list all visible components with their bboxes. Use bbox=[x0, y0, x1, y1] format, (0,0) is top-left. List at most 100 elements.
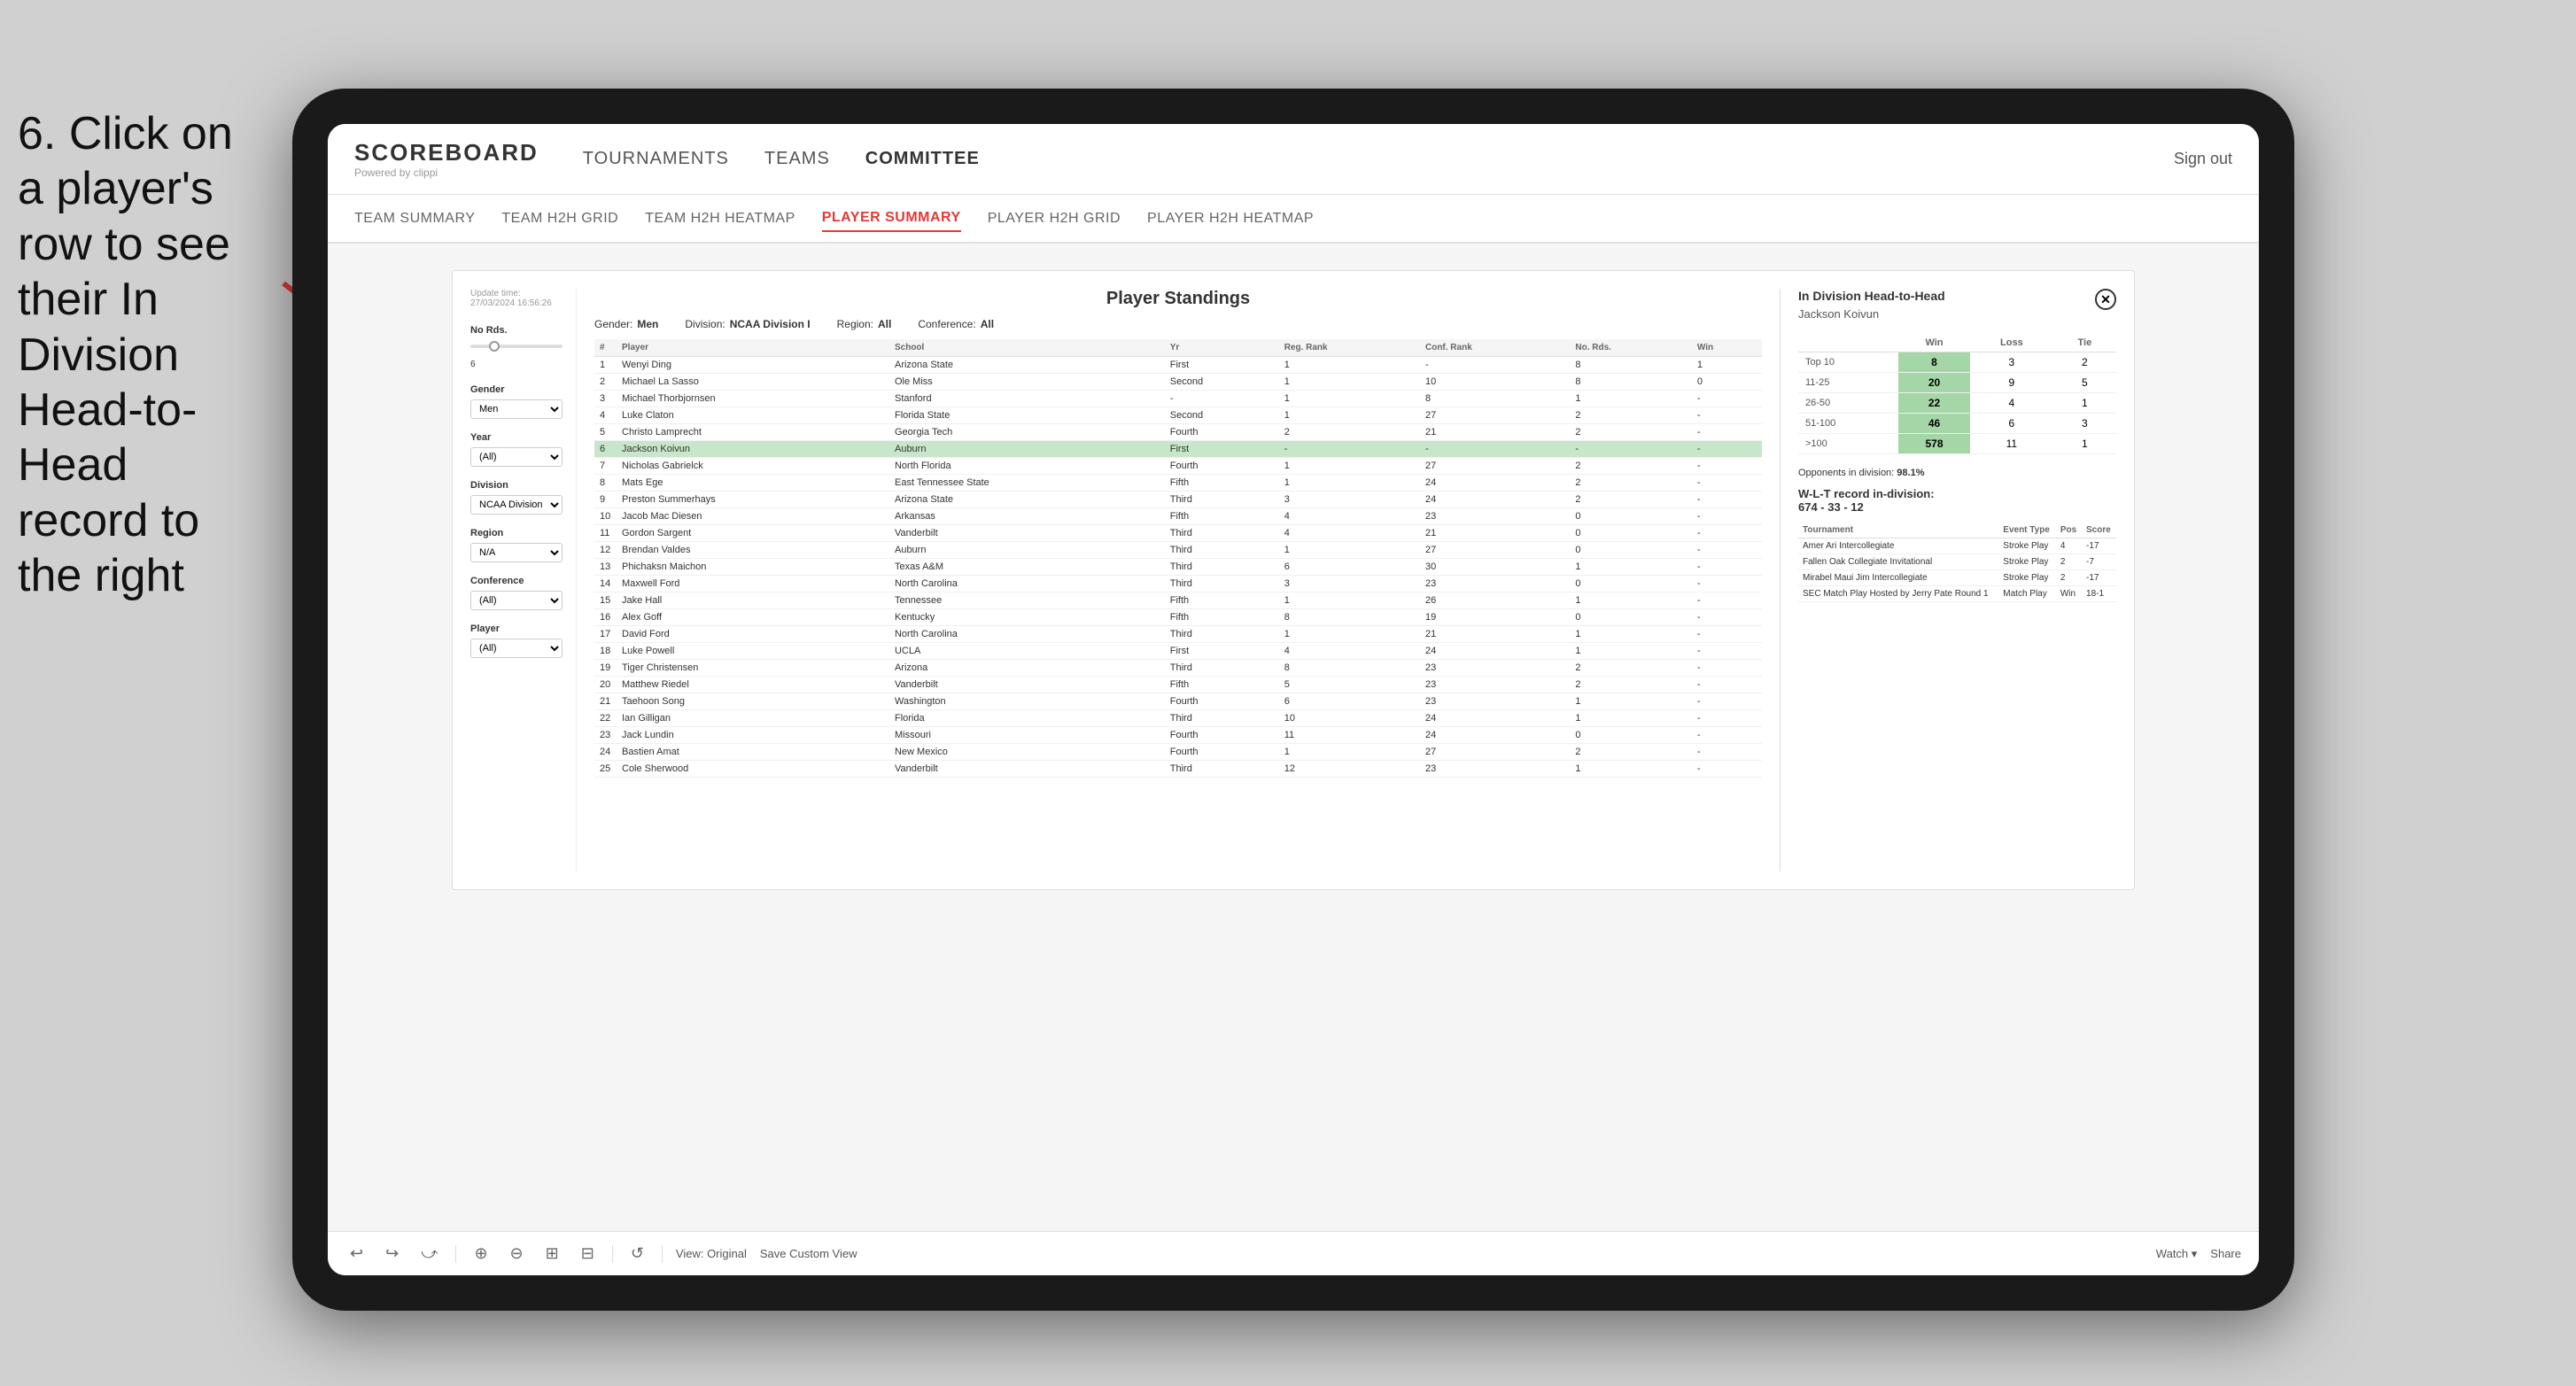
zoom-in-button[interactable]: ⊕ bbox=[469, 1240, 492, 1267]
cell-no-rds: 2 bbox=[1570, 424, 1691, 441]
cell-win: - bbox=[1692, 492, 1762, 508]
col-school: School bbox=[889, 339, 1165, 357]
cell-win: - bbox=[1692, 407, 1762, 424]
settings-button[interactable]: ↺ bbox=[626, 1240, 648, 1267]
table-row[interactable]: 17 David Ford North Carolina Third 1 21 … bbox=[594, 626, 1762, 643]
table-row[interactable]: 2 Michael La Sasso Ole Miss Second 1 10 … bbox=[594, 374, 1762, 391]
nav-teams[interactable]: TEAMS bbox=[764, 144, 830, 174]
table-row[interactable]: 13 Phichaksn Maichon Texas A&M Third 6 3… bbox=[594, 559, 1762, 576]
cell-school: Arizona State bbox=[889, 357, 1165, 374]
table-row[interactable]: 10 Jacob Mac Diesen Arkansas Fifth 4 23 … bbox=[594, 508, 1762, 525]
cell-conf-rank: 23 bbox=[1420, 660, 1570, 677]
table-row[interactable]: 18 Luke Powell UCLA First 4 24 1 - bbox=[594, 643, 1762, 660]
tab-team-h2h-grid[interactable]: TEAM H2H GRID bbox=[501, 206, 618, 231]
watch-button[interactable]: Watch ▾ bbox=[2156, 1247, 2198, 1261]
cell-no-rds: 2 bbox=[1570, 677, 1691, 693]
tab-player-h2h-grid[interactable]: PLAYER H2H GRID bbox=[988, 206, 1121, 231]
h2h-col-loss: Loss bbox=[1970, 334, 2053, 352]
cell-player: Gordon Sargent bbox=[617, 525, 889, 542]
table-row[interactable]: 14 Maxwell Ford North Carolina Third 3 2… bbox=[594, 576, 1762, 592]
cell-conf-rank: 21 bbox=[1420, 525, 1570, 542]
table-row[interactable]: 12 Brendan Valdes Auburn Third 1 27 0 - bbox=[594, 542, 1762, 559]
h2h-row: 26-50 22 4 1 bbox=[1798, 393, 2116, 414]
table-row[interactable]: 9 Preston Summerhays Arizona State Third… bbox=[594, 492, 1762, 508]
col-no-rds: No. Rds. bbox=[1570, 339, 1691, 357]
cell-win: - bbox=[1692, 441, 1762, 458]
table-row[interactable]: 20 Matthew Riedel Vanderbilt Fifth 5 23 … bbox=[594, 677, 1762, 693]
cell-player: Luke Powell bbox=[617, 643, 889, 660]
cell-conf-rank: 27 bbox=[1420, 542, 1570, 559]
table-row[interactable]: 6 Jackson Koivun Auburn First - - - - bbox=[594, 441, 1762, 458]
h2h-range: 51-100 bbox=[1798, 414, 1898, 434]
cell-school: North Carolina bbox=[889, 576, 1165, 592]
cell-win: - bbox=[1692, 525, 1762, 542]
view-original-button[interactable]: View: Original bbox=[676, 1247, 747, 1260]
gender-select[interactable]: Men bbox=[470, 399, 563, 419]
conference-select[interactable]: (All) bbox=[470, 591, 563, 610]
save-custom-button[interactable]: Save Custom View bbox=[760, 1247, 857, 1260]
tab-player-summary[interactable]: PLAYER SUMMARY bbox=[822, 205, 961, 232]
table-row[interactable]: 11 Gordon Sargent Vanderbilt Third 4 21 … bbox=[594, 525, 1762, 542]
cell-win: - bbox=[1692, 761, 1762, 778]
table-row[interactable]: 7 Nicholas Gabrielck North Florida Fourt… bbox=[594, 458, 1762, 475]
cell-player: Cole Sherwood bbox=[617, 761, 889, 778]
cell-reg-rank: 1 bbox=[1279, 592, 1420, 609]
no-rds-slider[interactable] bbox=[470, 345, 563, 348]
year-select[interactable]: (All) bbox=[470, 447, 563, 467]
cell-reg-rank: - bbox=[1279, 441, 1420, 458]
redo-button[interactable]: ↪ bbox=[381, 1240, 403, 1267]
cell-yr: Third bbox=[1165, 492, 1279, 508]
h2h-stats: Opponents in division: 98.1% bbox=[1798, 468, 2116, 478]
cell-player: Jack Lundin bbox=[617, 727, 889, 744]
sign-out-button[interactable]: Sign out bbox=[2174, 150, 2232, 168]
table-row[interactable]: 5 Christo Lamprecht Georgia Tech Fourth … bbox=[594, 424, 1762, 441]
table-row[interactable]: 16 Alex Goff Kentucky Fifth 8 19 0 - bbox=[594, 609, 1762, 626]
cell-player: Bastien Amat bbox=[617, 744, 889, 761]
table-row[interactable]: 15 Jake Hall Tennessee Fifth 1 26 1 - bbox=[594, 592, 1762, 609]
region-label: Region bbox=[470, 528, 563, 538]
tournament-table: Tournament Event Type Pos Score Amer Ari… bbox=[1798, 523, 2116, 602]
nav-tournaments[interactable]: TOURNAMENTS bbox=[583, 144, 729, 174]
region-select[interactable]: N/A bbox=[470, 543, 563, 562]
nav-committee[interactable]: COMMITTEE bbox=[865, 144, 980, 174]
division-select[interactable]: NCAA Division I bbox=[470, 495, 563, 515]
share-button[interactable]: Share bbox=[2210, 1247, 2241, 1260]
table-row[interactable]: 19 Tiger Christensen Arizona Third 8 23 … bbox=[594, 660, 1762, 677]
h2h-win: 8 bbox=[1898, 352, 1970, 373]
filter-bar: Gender: Men Division: NCAA Division I Re… bbox=[594, 318, 1762, 330]
cell-rank: 21 bbox=[594, 693, 617, 710]
table-row[interactable]: 8 Mats Ege East Tennessee State Fifth 1 … bbox=[594, 475, 1762, 492]
division-label: Division bbox=[470, 480, 563, 491]
cell-school: Kentucky bbox=[889, 609, 1165, 626]
collapse-button[interactable]: ⊟ bbox=[577, 1240, 599, 1267]
h2h-range: 11-25 bbox=[1798, 373, 1898, 393]
h2h-loss: 3 bbox=[1970, 352, 2053, 373]
table-row[interactable]: 1 Wenyi Ding Arizona State First 1 - 8 1 bbox=[594, 357, 1762, 374]
cell-win: - bbox=[1692, 710, 1762, 727]
undo-button[interactable]: ↩ bbox=[345, 1240, 368, 1267]
h2h-close-button[interactable]: ✕ bbox=[2095, 289, 2116, 310]
table-row[interactable]: 4 Luke Claton Florida State Second 1 27 … bbox=[594, 407, 1762, 424]
tab-player-h2h-heatmap[interactable]: PLAYER H2H HEATMAP bbox=[1147, 206, 1314, 231]
expand-button[interactable]: ⊞ bbox=[541, 1240, 563, 1267]
refresh-button[interactable]: ⤻ bbox=[416, 1240, 442, 1267]
tab-team-h2h-heatmap[interactable]: TEAM H2H HEATMAP bbox=[645, 206, 795, 231]
tab-team-summary[interactable]: TEAM SUMMARY bbox=[354, 206, 475, 231]
table-row[interactable]: 22 Ian Gilligan Florida Third 10 24 1 - bbox=[594, 710, 1762, 727]
player-select[interactable]: (All) bbox=[470, 639, 563, 658]
t-type: Stroke Play bbox=[1998, 570, 2056, 586]
h2h-row: >100 578 11 1 bbox=[1798, 434, 2116, 454]
table-row[interactable]: 3 Michael Thorbjornsen Stanford - 1 8 1 … bbox=[594, 391, 1762, 407]
cell-no-rds: - bbox=[1570, 441, 1691, 458]
zoom-out-button[interactable]: ⊖ bbox=[506, 1240, 528, 1267]
cell-school: Florida bbox=[889, 710, 1165, 727]
cell-win: - bbox=[1692, 677, 1762, 693]
cell-player: Christo Lamprecht bbox=[617, 424, 889, 441]
table-row[interactable]: 21 Taehoon Song Washington Fourth 6 23 1… bbox=[594, 693, 1762, 710]
toolbar-sep-1 bbox=[455, 1245, 456, 1263]
table-row[interactable]: 24 Bastien Amat New Mexico Fourth 1 27 2… bbox=[594, 744, 1762, 761]
cell-reg-rank: 4 bbox=[1279, 643, 1420, 660]
table-row[interactable]: 23 Jack Lundin Missouri Fourth 11 24 0 - bbox=[594, 727, 1762, 744]
col-rank: # bbox=[594, 339, 617, 357]
table-row[interactable]: 25 Cole Sherwood Vanderbilt Third 12 23 … bbox=[594, 761, 1762, 778]
